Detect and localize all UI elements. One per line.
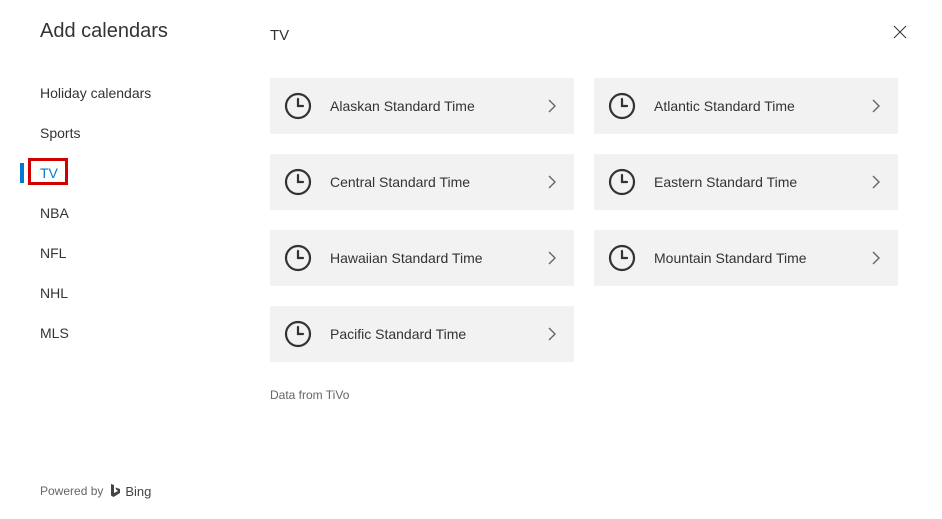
chevron-right-icon (544, 174, 560, 190)
card-central[interactable]: Central Standard Time (270, 154, 574, 210)
sidebar-item-label: NHL (40, 285, 68, 301)
card-label: Pacific Standard Time (312, 326, 544, 342)
card-eastern[interactable]: Eastern Standard Time (594, 154, 898, 210)
card-label: Atlantic Standard Time (636, 98, 868, 114)
sidebar-item-label: NBA (40, 205, 69, 221)
bing-label: Bing (125, 484, 151, 499)
data-source-text: Data from TiVo (270, 388, 912, 402)
clock-icon (608, 244, 636, 272)
close-button[interactable] (888, 20, 912, 44)
timezone-cards: Alaskan Standard Time Atlantic Standard … (270, 78, 912, 362)
clock-icon (284, 244, 312, 272)
clock-icon (608, 168, 636, 196)
card-alaskan[interactable]: Alaskan Standard Time (270, 78, 574, 134)
card-label: Central Standard Time (312, 174, 544, 190)
card-label: Eastern Standard Time (636, 174, 868, 190)
sidebar-item-label: NFL (40, 245, 66, 261)
chevron-right-icon (868, 98, 884, 114)
chevron-right-icon (544, 326, 560, 342)
clock-icon (284, 320, 312, 348)
powered-by-text: Powered by (40, 484, 103, 498)
sidebar-item-tv[interactable]: TV (0, 153, 270, 193)
sidebar-title: Add calendars (0, 20, 270, 73)
main-content: TV Alaskan Standard Time Atlantic Standa… (270, 0, 942, 519)
chevron-right-icon (868, 250, 884, 266)
sidebar-item-nba[interactable]: NBA (0, 193, 270, 233)
sidebar-item-holiday-calendars[interactable]: Holiday calendars (0, 73, 270, 113)
card-label: Mountain Standard Time (636, 250, 868, 266)
card-atlantic[interactable]: Atlantic Standard Time (594, 78, 898, 134)
bing-icon (109, 483, 121, 499)
chevron-right-icon (544, 98, 560, 114)
chevron-right-icon (868, 174, 884, 190)
sidebar-item-nhl[interactable]: NHL (0, 273, 270, 313)
card-label: Alaskan Standard Time (312, 98, 544, 114)
card-pacific[interactable]: Pacific Standard Time (270, 306, 574, 362)
sidebar-item-label: Sports (40, 125, 80, 141)
main-header: TV (270, 20, 912, 50)
sidebar-item-label: Holiday calendars (40, 85, 151, 101)
clock-icon (608, 92, 636, 120)
card-mountain[interactable]: Mountain Standard Time (594, 230, 898, 286)
card-hawaiian[interactable]: Hawaiian Standard Time (270, 230, 574, 286)
sidebar-item-nfl[interactable]: NFL (0, 233, 270, 273)
card-label: Hawaiian Standard Time (312, 250, 544, 266)
clock-icon (284, 92, 312, 120)
page-title: TV (270, 27, 289, 44)
sidebar-item-mls[interactable]: MLS (0, 313, 270, 353)
sidebar-item-label: MLS (40, 325, 69, 341)
sidebar-item-label: TV (40, 165, 58, 181)
bing-logo: Bing (109, 483, 151, 499)
sidebar-items: Holiday calendars Sports TV NBA NFL NHL … (0, 73, 270, 483)
clock-icon (284, 168, 312, 196)
chevron-right-icon (544, 250, 560, 266)
close-icon (893, 25, 907, 39)
powered-by-footer: Powered by Bing (0, 483, 270, 519)
sidebar: Add calendars Holiday calendars Sports T… (0, 0, 270, 519)
sidebar-item-sports[interactable]: Sports (0, 113, 270, 153)
